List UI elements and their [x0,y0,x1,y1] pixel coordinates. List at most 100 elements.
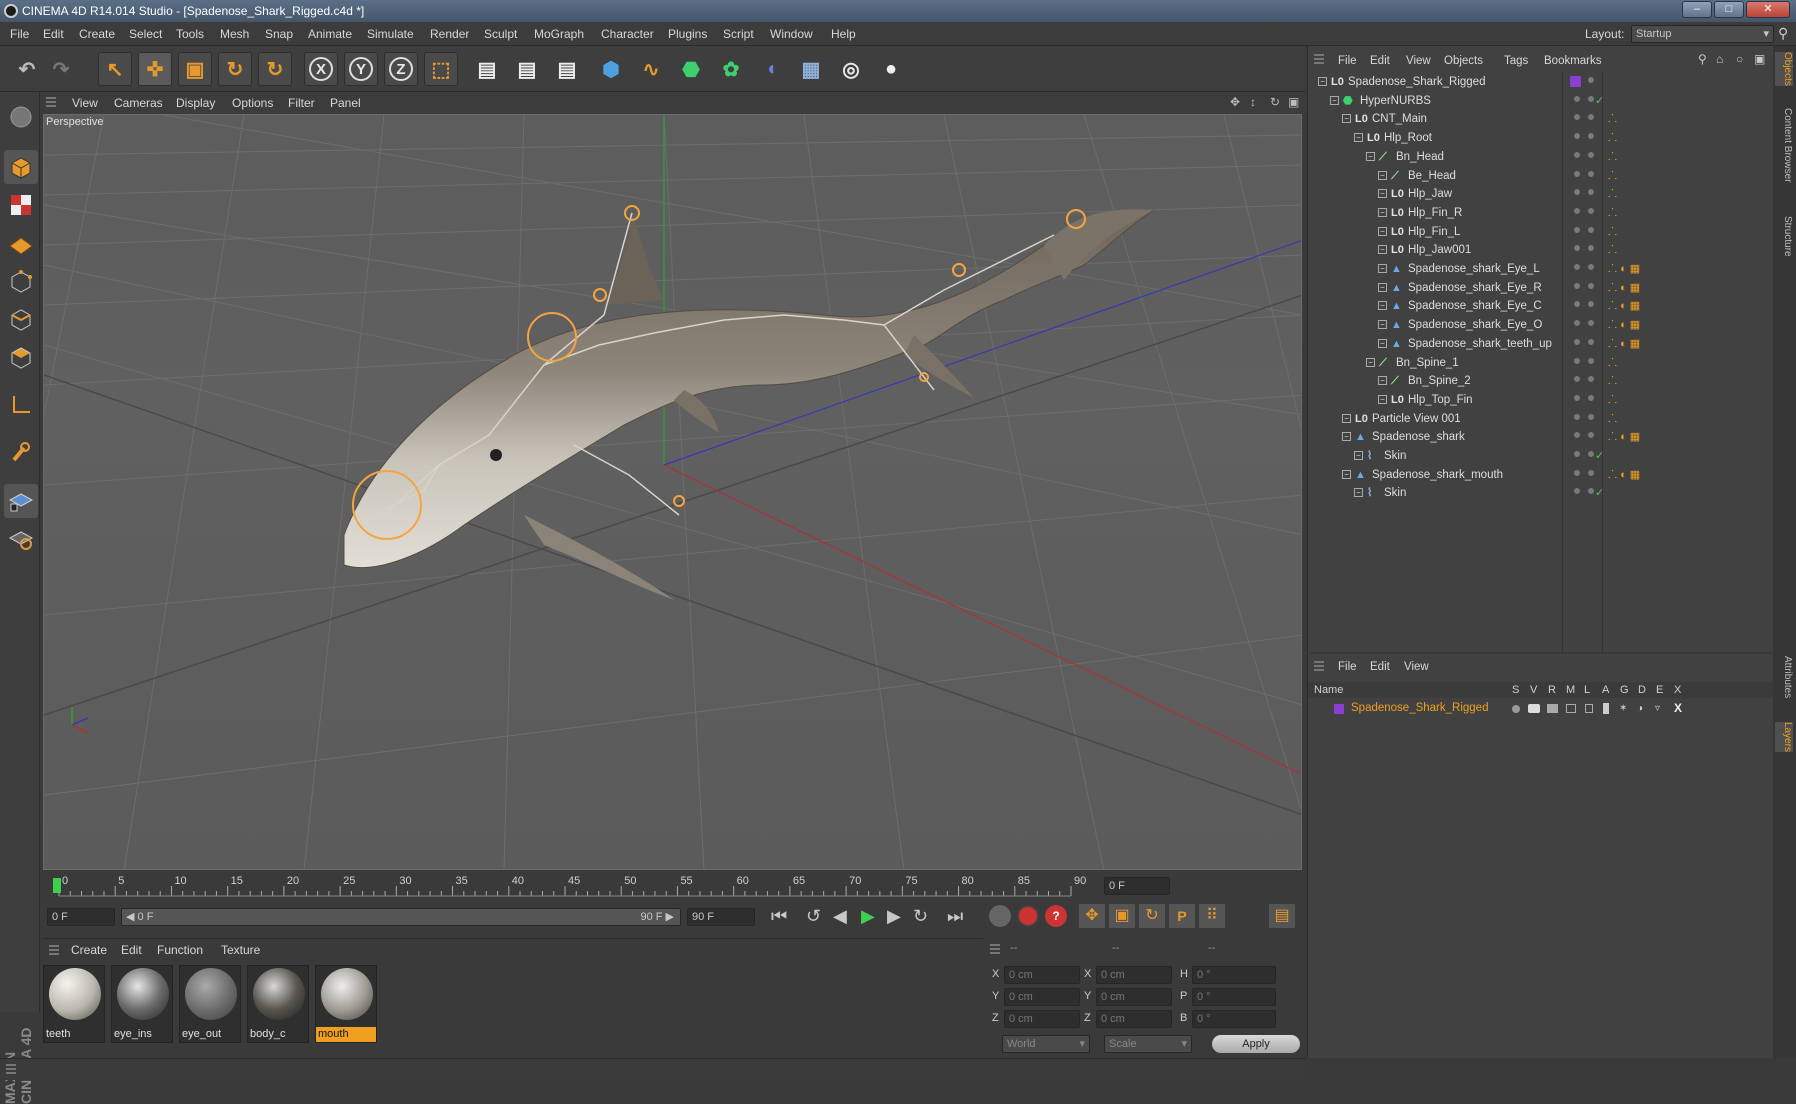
expand-toggle-icon[interactable]: − [1378,170,1387,180]
z-axis-lock-icon[interactable]: Z [384,52,418,86]
timeline-window-icon[interactable]: ▤ [1269,904,1295,928]
editor-visibility-dot[interactable] [1574,151,1580,158]
material-mouth[interactable]: mouth [315,965,377,1043]
editor-visibility-dot[interactable] [1574,320,1580,327]
tab-attributes[interactable]: Attributes [1775,656,1793,698]
obj-menu-edit[interactable]: Edit [1370,50,1390,72]
expand-toggle-icon[interactable]: − [1378,338,1387,348]
menu-script[interactable]: Script [723,22,754,46]
layer-menu-edit[interactable]: Edit [1370,656,1390,678]
zoom-view-icon[interactable]: ↕ [1250,95,1256,109]
timeline-ruler[interactable]: 0 5 10 15 20 25 30 35 40 45 50 55 60 65 70 75 80 85 90 0 F [43,872,1302,900]
coord-value-field[interactable]: 0 ° [1192,1010,1276,1028]
play-icon[interactable]: ▶ [861,906,875,927]
layer-render-icon[interactable] [1547,704,1558,713]
search-icon[interactable]: ⚲ [1698,52,1707,66]
maximize-button[interactable]: □ [1714,1,1744,18]
layer-deformer-icon[interactable]: ◑ [1637,703,1643,714]
scale-icon[interactable]: ▣ [178,52,212,86]
menu-help[interactable]: Help [831,22,856,46]
expand-toggle-icon[interactable]: − [1342,114,1351,124]
menu-mograph[interactable]: MoGraph [534,22,584,46]
edges-mode-icon[interactable] [4,302,38,336]
menu-window[interactable]: Window [770,22,813,46]
expand-toggle-icon[interactable]: − [1366,357,1375,367]
coord-value-field[interactable]: 0 ° [1192,966,1276,984]
vp-menu-display[interactable]: Display [176,92,215,114]
menu-plugins[interactable]: Plugins [668,22,707,46]
material-eye-out[interactable]: eye_out [179,965,241,1043]
tweak-mode-icon[interactable] [4,436,38,470]
vp-menu-filter[interactable]: Filter [288,92,315,114]
tab-layers[interactable]: Layers [1775,722,1793,753]
render-visibility-dot[interactable] [1588,151,1594,158]
expand-toggle-icon[interactable]: − [1378,301,1387,311]
editor-visibility-dot[interactable] [1574,413,1580,420]
editor-visibility-dot[interactable] [1574,133,1580,140]
coord-value-field[interactable]: 0 cm [1096,1010,1172,1028]
layer-animation-icon[interactable] [1603,703,1609,714]
render-visibility-dot[interactable] [1588,357,1594,364]
key-parameter-icon[interactable]: P [1169,904,1195,928]
make-editable-icon[interactable] [4,100,38,134]
joint-fin-tip[interactable] [673,495,685,507]
layer-manager-icon[interactable] [1566,704,1576,713]
undo-icon[interactable]: ↶ [10,52,44,86]
expand-toggle-icon[interactable]: − [1342,413,1351,423]
snap-icon[interactable] [4,484,38,518]
render-visibility-dot[interactable] [1588,226,1594,233]
expand-toggle-icon[interactable]: − [1330,95,1339,105]
editor-visibility-dot[interactable] [1574,376,1580,383]
expand-toggle-icon[interactable]: − [1378,207,1387,217]
editor-visibility-dot[interactable] [1574,189,1580,196]
menu-tools[interactable]: Tools [176,22,204,46]
layer-col-m[interactable]: M [1566,684,1575,696]
render-visibility-dot[interactable] [1588,469,1594,476]
menu-sculpt[interactable]: Sculpt [484,22,517,46]
mat-menu-function[interactable]: Function [157,939,203,961]
editor-visibility-dot[interactable] [1574,245,1580,252]
coord-value-field[interactable]: 0 cm [1004,966,1080,984]
mat-menu-create[interactable]: Create [71,939,107,961]
layer-color-swatch[interactable] [1334,704,1344,714]
editor-visibility-dot[interactable] [1574,95,1580,102]
vp-menu-options[interactable]: Options [232,92,273,114]
menu-simulate[interactable]: Simulate [367,22,414,46]
y-axis-lock-icon[interactable]: Y [344,52,378,86]
home-icon[interactable]: ⌂ [1716,52,1723,66]
editor-visibility-dot[interactable] [1574,264,1580,270]
layer-solo-icon[interactable] [1512,705,1520,713]
redo-icon[interactable]: ↷ [44,52,78,86]
expand-toggle-icon[interactable]: − [1354,133,1363,143]
end-frame-field[interactable]: 90 F [687,908,755,926]
material-teeth[interactable]: teeth [43,965,105,1043]
render-visibility-dot[interactable] [1588,413,1594,420]
tab-structure[interactable]: Structure [1775,216,1793,257]
current-frame-field[interactable]: 0 F [1104,877,1170,895]
key-scale-icon[interactable]: ▣ [1109,904,1135,928]
expand-toggle-icon[interactable]: − [1354,451,1363,460]
start-frame-field[interactable]: 0 F [47,908,115,926]
tab-content-browser[interactable]: Content Browser [1775,108,1793,182]
next-frame-icon[interactable]: ▶ [887,906,901,927]
layer-col-l[interactable]: L [1584,684,1590,696]
render-visibility-dot[interactable] [1588,376,1594,383]
deformer-icon[interactable]: ◖ [754,52,788,86]
render-view-icon[interactable]: ▤ [470,52,504,86]
current-frame-marker[interactable] [53,878,61,893]
layer-row[interactable]: Spadenose_Shark_Rigged ✶ ◑ ▿ X [1308,700,1774,718]
spline-icon[interactable]: ∿ [634,52,668,86]
render-visibility-dot[interactable] [1588,488,1594,495]
expand-toggle-icon[interactable]: − [1378,394,1387,404]
render-visibility-dot[interactable] [1588,451,1594,457]
x-axis-lock-icon[interactable]: X [304,52,338,86]
editor-visibility-dot[interactable] [1574,338,1580,345]
expand-toggle-icon[interactable]: − [1366,151,1375,161]
camera-icon[interactable]: ◎ [834,52,868,86]
menu-mesh[interactable]: Mesh [220,22,249,46]
coord-value-field[interactable]: 0 ° [1192,988,1276,1006]
light-icon[interactable]: ● [874,52,908,86]
keyframe-selection-icon[interactable]: ? [1045,905,1067,927]
coord-value-field[interactable]: 0 cm [1004,1010,1080,1028]
menu-character[interactable]: Character [601,22,654,46]
